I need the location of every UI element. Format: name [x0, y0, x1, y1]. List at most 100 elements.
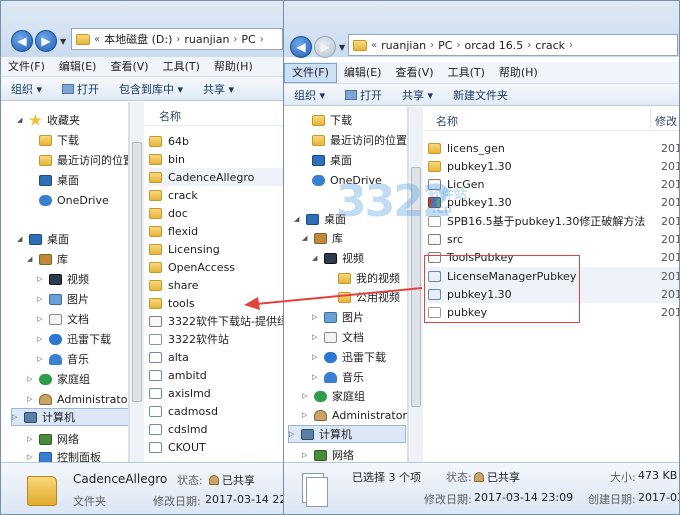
expand-toggle-icon[interactable]: ▷	[37, 335, 44, 343]
nav-item[interactable]: ▷ 计算机	[288, 425, 406, 443]
breadcrumb-overflow[interactable]: «	[371, 40, 377, 51]
nav-item[interactable]: ▷ Administrator	[27, 390, 128, 408]
expand-toggle-icon[interactable]: ▷	[12, 413, 19, 421]
menu-tools[interactable]: 工具(T)	[441, 64, 492, 82]
breadcrumb-separator[interactable]: ›	[569, 40, 573, 51]
expand-toggle-icon[interactable]: ▷	[37, 275, 44, 283]
left-address-box[interactable]: « 本地磁盘 (D:) › ruanjian › PC ›	[71, 28, 283, 50]
open-button[interactable]: 打开	[335, 87, 392, 103]
breadcrumb-separator[interactable]: ›	[527, 40, 531, 51]
include-in-library-button[interactable]: 包含到库中 ▾	[109, 81, 193, 97]
file-row[interactable]: CadenceAllegro	[149, 168, 284, 186]
breadcrumb-item[interactable]: orcad 16.5	[464, 39, 523, 52]
nav-item[interactable]: ◢ 库	[302, 229, 343, 247]
share-button[interactable]: 共享 ▾	[193, 81, 244, 97]
nav-item[interactable]: ◢ 库	[27, 250, 68, 268]
history-dropdown-icon[interactable]: ▼	[339, 43, 345, 52]
menu-edit[interactable]: 编辑(E)	[337, 64, 389, 82]
breadcrumb-separator[interactable]: ›	[456, 40, 460, 51]
breadcrumb-item[interactable]: crack	[535, 39, 565, 52]
menu-edit[interactable]: 编辑(E)	[52, 58, 104, 76]
left-nav-scroll-thumb[interactable]	[132, 142, 142, 402]
menu-view[interactable]: 查看(V)	[103, 58, 155, 76]
breadcrumb-separator[interactable]: ›	[430, 40, 434, 51]
expand-toggle-icon[interactable]: ▷	[312, 333, 319, 341]
expand-toggle-icon[interactable]: ◢	[294, 215, 301, 223]
nav-item[interactable]: ◢ 视频	[312, 249, 364, 267]
back-button[interactable]: ◀	[290, 36, 312, 58]
nav-item[interactable]: ▷ 家庭组	[302, 387, 365, 405]
share-button[interactable]: 共享 ▾	[392, 87, 443, 103]
file-row[interactable]: crack	[149, 186, 284, 204]
expand-toggle-icon[interactable]: ▷	[27, 375, 34, 383]
right-address-box[interactable]: « ruanjian › PC › orcad 16.5 › crack ›	[348, 34, 678, 56]
file-row[interactable]: CKOUT	[149, 438, 284, 456]
nav-item[interactable]: 下载	[300, 111, 352, 129]
forward-button[interactable]: ▶	[314, 36, 336, 58]
expand-toggle-icon[interactable]: ▷	[302, 451, 309, 459]
nav-item[interactable]: OneDrive	[27, 191, 109, 209]
file-row[interactable]: ambitd	[149, 366, 284, 384]
nav-item[interactable]: ▷ 音乐	[37, 350, 89, 368]
expand-toggle-icon[interactable]: ◢	[27, 255, 34, 263]
breadcrumb-item[interactable]: ruanjian	[381, 39, 426, 52]
nav-item[interactable]: 最近访问的位置	[300, 131, 407, 149]
expand-toggle-icon[interactable]: ◢	[302, 234, 309, 242]
nav-item[interactable]: ▷ 文档	[37, 310, 89, 328]
nav-item[interactable]: ▷ 文档	[312, 328, 364, 346]
menu-file[interactable]: 文件(F)	[284, 62, 337, 83]
file-row[interactable]: OpenAccess	[149, 258, 284, 276]
nav-item[interactable]: ▷ 音乐	[312, 368, 364, 386]
expand-toggle-icon[interactable]: ▷	[289, 430, 296, 438]
nav-item[interactable]: ▷ 网络	[302, 446, 354, 462]
nav-item[interactable]: ▷ 图片	[37, 290, 89, 308]
organize-button[interactable]: 组织 ▾	[284, 87, 335, 103]
expand-toggle-icon[interactable]: ▷	[27, 453, 34, 461]
menu-file[interactable]: 文件(F)	[1, 58, 52, 76]
nav-item[interactable]: 桌面	[27, 171, 79, 189]
expand-toggle-icon[interactable]: ▷	[37, 315, 44, 323]
nav-item[interactable]: 桌面	[300, 151, 352, 169]
nav-item[interactable]: ◢ 收藏夹	[17, 111, 80, 129]
expand-toggle-icon[interactable]: ▷	[312, 353, 319, 361]
column-name-header[interactable]: 名称	[436, 113, 458, 129]
new-folder-button[interactable]: 新建文件夹	[443, 87, 518, 103]
nav-item[interactable]: ▷ 迅雷下载	[312, 348, 386, 366]
nav-item[interactable]: 最近访问的位置	[27, 151, 128, 169]
menu-help[interactable]: 帮助(H)	[207, 58, 260, 76]
file-row[interactable]: doc	[149, 204, 284, 222]
menu-view[interactable]: 查看(V)	[388, 64, 440, 82]
expand-toggle-icon[interactable]: ▷	[312, 373, 319, 381]
breadcrumb-separator[interactable]: ›	[233, 34, 237, 45]
expand-toggle-icon[interactable]: ▷	[302, 411, 309, 419]
history-dropdown-icon[interactable]: ▼	[60, 37, 66, 46]
file-row[interactable]: flexid	[149, 222, 284, 240]
back-button[interactable]: ◀	[11, 30, 33, 52]
column-date-header[interactable]: 修改	[655, 113, 677, 129]
nav-item[interactable]: ◢ 桌面	[17, 230, 69, 248]
file-row[interactable]: 3322软件站	[149, 330, 284, 348]
expand-toggle-icon[interactable]: ◢	[312, 254, 319, 262]
breadcrumb-overflow[interactable]: «	[94, 34, 100, 45]
expand-toggle-icon[interactable]: ▷	[27, 435, 34, 443]
file-row[interactable]: licens_gen 201	[428, 139, 679, 157]
nav-item[interactable]: ▷ 计算机	[11, 408, 128, 426]
nav-item[interactable]: ▷ 网络	[27, 430, 79, 448]
left-nav-scrollbar[interactable]	[129, 102, 144, 462]
expand-toggle-icon[interactable]: ◢	[17, 235, 24, 243]
file-row[interactable]: cdslmd	[149, 420, 284, 438]
file-row[interactable]: Licensing	[149, 240, 284, 258]
breadcrumb-item[interactable]: PC	[241, 33, 255, 46]
file-row[interactable]: pubkey1.30 201	[428, 157, 679, 175]
file-row[interactable]: bin	[149, 150, 284, 168]
expand-toggle-icon[interactable]: ▷	[37, 355, 44, 363]
breadcrumb-separator[interactable]: ›	[260, 34, 264, 45]
file-row[interactable]: axislmd	[149, 384, 284, 402]
breadcrumb-item[interactable]: ruanjian	[184, 33, 229, 46]
column-divider[interactable]	[650, 109, 651, 129]
file-row[interactable]: SPB16.5基于pubkey1.30修正破解方法 201	[428, 212, 679, 230]
file-row[interactable]: cadmosd	[149, 402, 284, 420]
column-name-header[interactable]: 名称	[159, 108, 181, 124]
file-row[interactable]: 64b	[149, 132, 284, 150]
nav-item[interactable]: ▷ 迅雷下载	[37, 330, 111, 348]
